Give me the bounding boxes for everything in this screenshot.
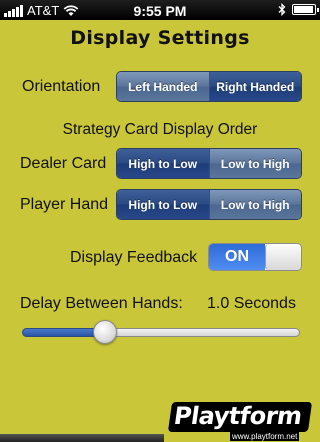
bluetooth-icon xyxy=(278,3,286,16)
delay-slider-thumb[interactable] xyxy=(93,320,118,344)
delay-value: 1.0 Seconds xyxy=(207,295,296,312)
display-feedback-label: Display Feedback xyxy=(70,249,198,266)
watermark-url: www.playtform.net xyxy=(230,432,300,441)
watermark-brand: Playtform xyxy=(172,402,304,430)
bottom-edge xyxy=(0,434,164,442)
battery-icon xyxy=(292,4,319,15)
watermark-logo: Playtform www.playtform.net xyxy=(164,396,320,442)
status-bar: AT&T 9:55 PM xyxy=(0,0,320,20)
orientation-right-handed-option[interactable]: Right Handed xyxy=(209,72,301,101)
dealer-low-to-high-option[interactable]: Low to High xyxy=(209,149,301,178)
orientation-left-handed-option[interactable]: Left Handed xyxy=(117,72,210,101)
toggle-knob xyxy=(265,244,301,270)
dealer-card-label: Dealer Card xyxy=(20,155,107,172)
player-hand-label: Player Hand xyxy=(20,196,109,213)
player-low-to-high-option[interactable]: Low to High xyxy=(209,190,301,219)
dealer-card-segmented-control: High to Low Low to High xyxy=(116,148,302,179)
display-feedback-toggle[interactable]: ON xyxy=(208,243,302,271)
page-title: Display Settings xyxy=(70,27,250,49)
strategy-card-heading: Strategy Card Display Order xyxy=(62,121,258,138)
delay-label: Delay Between Hands: xyxy=(20,295,183,312)
toggle-on-label: ON xyxy=(209,244,265,270)
clock: 9:55 PM xyxy=(133,3,187,19)
dealer-high-to-low-option[interactable]: High to Low xyxy=(117,149,210,178)
orientation-label: Orientation xyxy=(22,78,101,95)
player-hand-segmented-control: High to Low Low to High xyxy=(116,189,302,220)
player-high-to-low-option[interactable]: High to Low xyxy=(117,190,210,219)
orientation-segmented-control: Left Handed Right Handed xyxy=(116,71,302,102)
